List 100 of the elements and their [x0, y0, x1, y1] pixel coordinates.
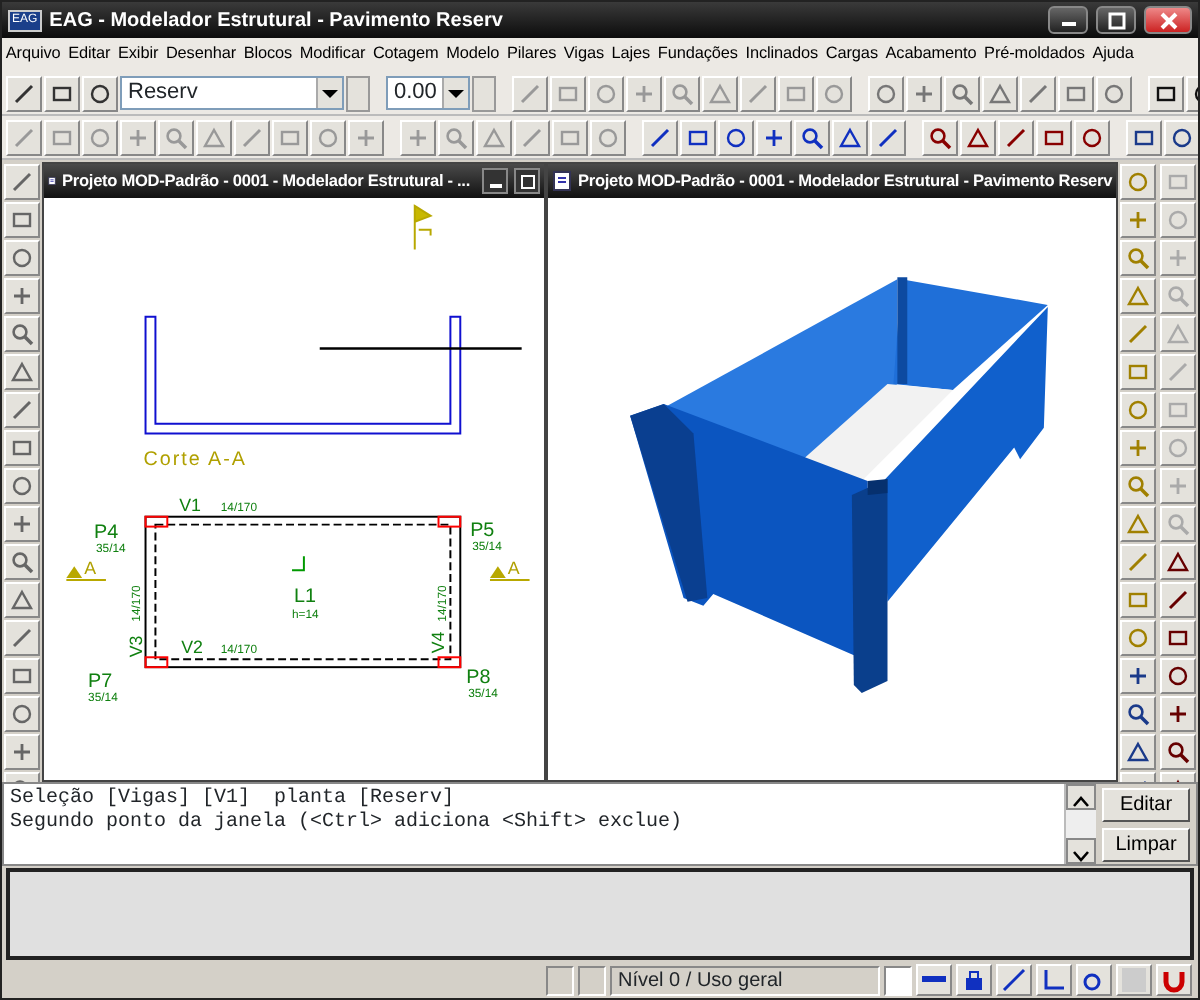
tool-button[interactable] [1126, 119, 1162, 155]
tool-button[interactable] [44, 75, 80, 111]
status-toggle-button[interactable] [996, 964, 1032, 996]
square-icon [278, 125, 302, 149]
triangle-icon [966, 125, 990, 149]
cross-icon [1126, 208, 1151, 232]
tool-button[interactable] [1074, 119, 1110, 155]
menu-item[interactable]: Acabamento [881, 42, 981, 68]
magnifier-icon [1166, 512, 1191, 536]
tool-button[interactable] [6, 75, 42, 111]
minimize-icon [1061, 22, 1075, 26]
tool-button[interactable] [1164, 119, 1198, 155]
cross-icon [10, 740, 34, 764]
pillar-marker [144, 656, 169, 669]
menu-item[interactable]: Exibir [114, 42, 163, 68]
menu-item[interactable]: Ajuda [1088, 42, 1138, 68]
tool-button[interactable] [832, 119, 868, 155]
menu-item[interactable]: Pilares [503, 42, 561, 68]
tool-button[interactable] [1160, 696, 1197, 732]
circle-icon [88, 81, 112, 105]
tool-button[interactable] [1120, 658, 1157, 694]
menu-item[interactable]: Modelo [442, 42, 504, 68]
floor-combo[interactable]: Reserv [120, 76, 344, 110]
triangle-icon [838, 125, 862, 149]
menu-item[interactable]: Vigas [560, 42, 608, 68]
tool-button[interactable] [1148, 75, 1184, 111]
menu-item[interactable]: Desenhar [162, 42, 240, 68]
tool-button[interactable] [960, 119, 996, 155]
tool-button[interactable] [1120, 696, 1157, 732]
tool-button[interactable] [922, 119, 958, 155]
cross-icon [1126, 436, 1151, 460]
square-icon [10, 664, 34, 688]
menu-item[interactable]: Lajes [607, 42, 654, 68]
square-icon [1126, 588, 1151, 612]
tool-button[interactable] [1160, 620, 1197, 656]
menu-item[interactable]: Fundações [654, 42, 742, 68]
magnifier-icon [10, 550, 34, 574]
line-icon [1026, 81, 1050, 105]
tool-button[interactable] [82, 75, 118, 111]
tool-button[interactable] [718, 119, 754, 155]
menu-item[interactable]: Pré-moldados [980, 42, 1089, 68]
line-icon [10, 170, 34, 194]
menu-item[interactable]: Inclinados [741, 42, 822, 68]
square-icon [1126, 360, 1151, 384]
tool-button[interactable] [642, 119, 678, 155]
spin-button[interactable] [472, 75, 496, 111]
status-cell [546, 965, 574, 995]
cross-icon [762, 125, 786, 149]
tool-button[interactable] [680, 119, 716, 155]
edit-button[interactable]: Editar [1102, 788, 1190, 822]
maximize-button[interactable] [514, 168, 540, 194]
circle-icon [1166, 436, 1191, 460]
tool-button[interactable] [1160, 658, 1197, 694]
minimize-button[interactable] [1048, 6, 1088, 34]
flag-icon [413, 204, 433, 251]
lock-icon [960, 966, 988, 994]
cross-icon [1166, 702, 1191, 726]
minimize-button[interactable] [482, 168, 508, 194]
tool-button[interactable] [1120, 734, 1157, 770]
circle-icon [724, 125, 748, 149]
cross-icon [632, 81, 656, 105]
elevation-combo[interactable]: 0.00 [386, 76, 470, 110]
line-icon [518, 81, 542, 105]
circle-icon [874, 81, 898, 105]
status-toggle-button[interactable] [916, 964, 952, 996]
menu-item[interactable]: Modificar [296, 42, 370, 68]
menu-item[interactable]: Cargas [822, 42, 882, 68]
maximize-button[interactable] [1096, 6, 1136, 34]
status-toggle-button[interactable] [1156, 964, 1192, 996]
tool-button[interactable] [1036, 119, 1072, 155]
tool-button[interactable] [998, 119, 1034, 155]
circle-icon [1170, 125, 1194, 149]
tool-button[interactable] [794, 119, 830, 155]
menu-item[interactable]: Editar [64, 42, 115, 68]
menu-item[interactable]: Arquivo [2, 42, 65, 68]
menu-item[interactable]: Cotagem [369, 42, 443, 68]
circle-icon [88, 125, 112, 149]
magnifier-icon [1126, 246, 1151, 270]
tool-button[interactable] [1160, 582, 1197, 618]
status-toggle-button[interactable] [956, 964, 992, 996]
status-toggle-button[interactable] [1116, 964, 1152, 996]
scroll-down-button[interactable] [1066, 838, 1096, 864]
scroll-up-button[interactable] [1066, 784, 1096, 810]
spin-button[interactable] [346, 75, 370, 111]
tool-button[interactable] [1160, 544, 1197, 580]
element-label: V4 [428, 631, 449, 654]
line-icon [240, 125, 264, 149]
clear-button[interactable]: Limpar [1102, 828, 1190, 862]
status-toggle-button[interactable] [1076, 964, 1112, 996]
square-icon [1166, 170, 1191, 194]
menu-item[interactable]: Blocos [239, 42, 296, 68]
window-title: EAG - Modelador Estrutural - Pavimento Reserv [49, 7, 503, 35]
tool-button[interactable] [870, 119, 906, 155]
close-button[interactable] [1144, 6, 1192, 34]
circle-icon [10, 474, 34, 498]
tool-button[interactable] [1160, 734, 1197, 770]
square-icon [1166, 626, 1191, 650]
circle-icon [596, 125, 620, 149]
status-toggle-button[interactable] [1036, 964, 1072, 996]
tool-button[interactable] [756, 119, 792, 155]
